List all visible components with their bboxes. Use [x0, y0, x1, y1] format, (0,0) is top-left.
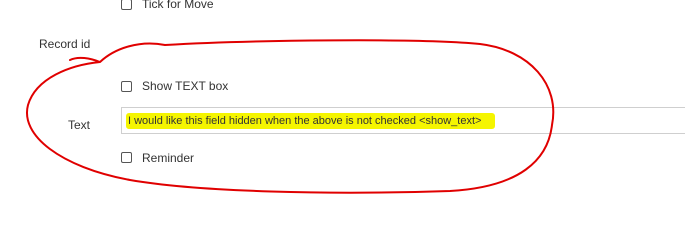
- text-input-value: I would like this field hidden when the …: [126, 113, 496, 129]
- tick-for-move-label: Tick for Move: [142, 0, 214, 11]
- record-id-label: Record id: [39, 37, 91, 51]
- show-text-box-label: Show TEXT box: [142, 79, 229, 93]
- text-field-label: Text: [68, 118, 91, 132]
- red-circle-annotation: [26, 39, 555, 194]
- reminder-checkbox[interactable]: [121, 152, 132, 163]
- reminder-label: Reminder: [142, 151, 195, 165]
- tick-for-move-checkbox[interactable]: [121, 0, 132, 10]
- show-text-box-checkbox[interactable]: [121, 81, 132, 92]
- text-input[interactable]: I would like this field hidden when the …: [121, 107, 685, 134]
